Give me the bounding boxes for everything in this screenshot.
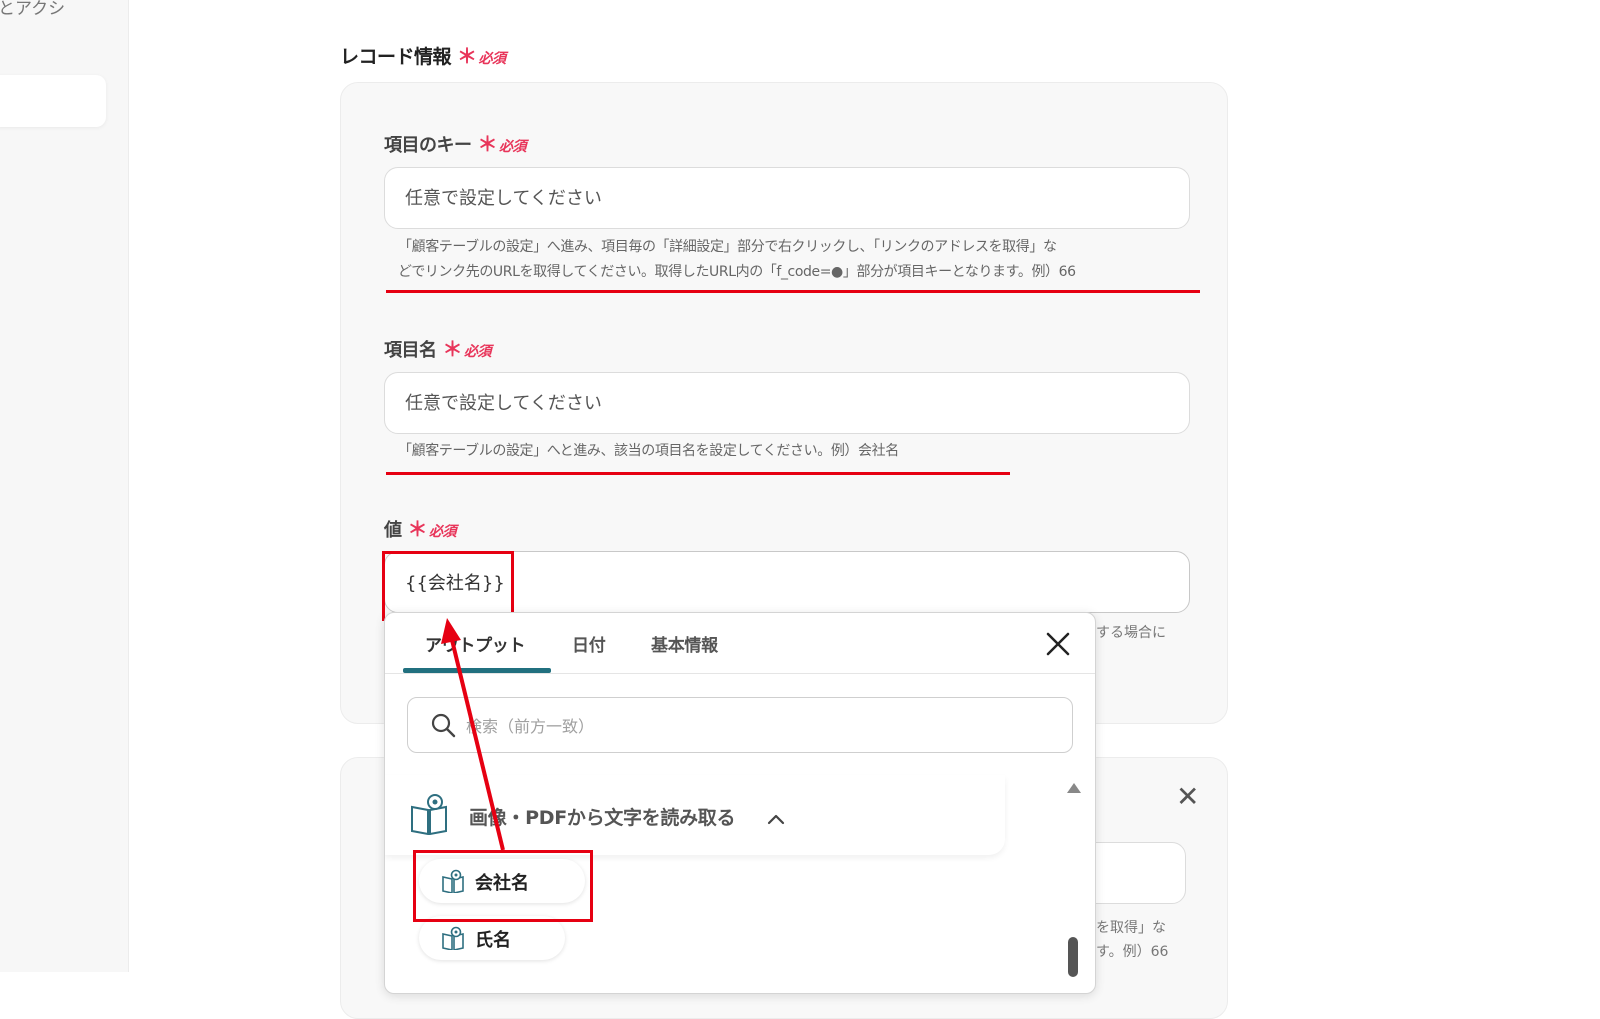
required-star: ＊ xyxy=(442,337,463,361)
required-star: ＊ xyxy=(407,517,428,541)
record-2-help-partial-1: を取得」な xyxy=(1096,920,1166,936)
output-item-name[interactable]: 氏名 xyxy=(419,916,565,960)
value-label: 値＊必須 xyxy=(384,513,457,542)
tab-date[interactable]: 日付 xyxy=(572,631,606,656)
tab-basic-info[interactable]: 基本情報 xyxy=(651,631,718,656)
sidebar-partial-text: とアクシ xyxy=(0,0,66,19)
search-box[interactable] xyxy=(407,697,1073,753)
output-picker-popup: アウトプット 日付 基本情報 画像・PDFから文字を読み取る xyxy=(384,612,1096,994)
required-label: 必須 xyxy=(499,139,527,155)
remove-record-close-icon[interactable]: ✕ xyxy=(1176,783,1199,811)
item-name-label: 項目名＊必須 xyxy=(384,333,492,362)
scroll-thumb[interactable] xyxy=(1068,937,1078,977)
output-item-name-label: 氏名 xyxy=(475,930,511,951)
required-star: ＊ xyxy=(477,132,498,156)
item-name-help: 「顧客テーブルの設定」へと進み、該当の項目名を設定してください。例）会社名 xyxy=(398,443,899,459)
search-input[interactable] xyxy=(464,706,1058,746)
tab-output[interactable]: アウトプット xyxy=(425,631,526,656)
output-group-header[interactable]: 画像・PDFから文字を読み取る xyxy=(385,775,1005,855)
active-tab-indicator xyxy=(403,668,551,673)
required-label: 必須 xyxy=(464,344,492,360)
chevron-up-icon[interactable] xyxy=(767,813,785,825)
annotation-box-company-item xyxy=(413,850,593,922)
item-key-help-line2: どでリンク先のURLを取得してください。取得したURL内の「f_code=●」部… xyxy=(398,264,1076,280)
section-title: レコード情報＊必須 xyxy=(340,40,506,69)
item-key-help: 「顧客テーブルの設定」へ進み、項目毎の「詳細設定」部分で右クリックし、「リンクの… xyxy=(398,235,1198,285)
annotation-box-value xyxy=(382,551,514,621)
sidebar-card[interactable] xyxy=(0,75,106,127)
popup-tab-bar: アウトプット 日付 基本情報 xyxy=(385,613,1095,674)
section-title-text: レコード情報 xyxy=(340,46,452,68)
required-star: ＊ xyxy=(457,44,477,68)
item-key-input[interactable] xyxy=(384,167,1190,229)
item-key-label: 項目のキー＊必須 xyxy=(384,128,527,157)
item-name-input[interactable] xyxy=(384,372,1190,434)
annotation-underline-item-name xyxy=(386,472,1010,475)
search-icon xyxy=(431,713,456,738)
popup-scrollbar[interactable] xyxy=(1065,783,1081,993)
required-label: 必須 xyxy=(478,51,507,67)
item-key-label-text: 項目のキー xyxy=(384,135,472,156)
item-key-help-line1: 「顧客テーブルの設定」へ進み、項目毎の「詳細設定」部分で右クリックし、「リンクの… xyxy=(398,239,1057,255)
record-2-help-partial-2: す。例）66 xyxy=(1096,944,1169,960)
scroll-up-arrow-icon[interactable] xyxy=(1067,783,1081,793)
output-group-label: 画像・PDFから文字を読み取る xyxy=(469,807,736,829)
left-sidebar: とアクシ xyxy=(0,0,129,972)
value-label-text: 値 xyxy=(384,520,402,541)
close-icon[interactable] xyxy=(1045,631,1071,657)
ocr-book-icon xyxy=(442,926,464,950)
ocr-book-icon xyxy=(411,794,447,835)
annotation-underline-item-key xyxy=(386,290,1200,293)
item-name-label-text: 項目名 xyxy=(384,340,437,361)
value-help-partial: する場合に xyxy=(1096,625,1166,641)
required-label: 必須 xyxy=(429,524,457,540)
